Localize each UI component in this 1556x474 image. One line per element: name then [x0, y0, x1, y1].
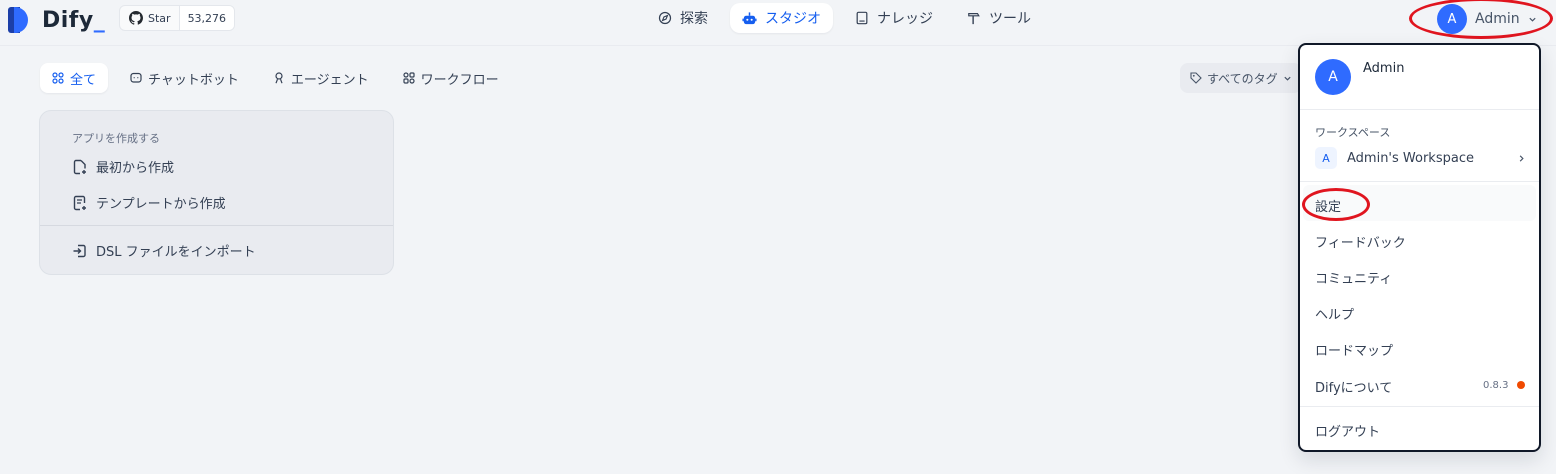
file-plus-icon	[72, 159, 88, 175]
nav-studio-label: スタジオ	[765, 11, 821, 27]
tab-all[interactable]: 全て	[40, 63, 109, 93]
divider	[1300, 406, 1539, 407]
version-label: 0.8.3	[1483, 380, 1509, 391]
file-template-icon	[72, 195, 88, 211]
tab-chatbot[interactable]: チャットボット	[118, 63, 251, 93]
dify-logo-text: Dify_	[42, 7, 106, 33]
divider	[40, 225, 393, 226]
nav-tools-label: ツール	[989, 11, 1031, 27]
create-from-template-button[interactable]: テンプレートから作成	[72, 193, 226, 212]
github-star-label: Star	[148, 11, 171, 25]
tab-all-label: 全て	[70, 72, 97, 88]
book-icon	[855, 11, 869, 25]
tag-icon	[1190, 72, 1202, 84]
chevron-down-icon	[1283, 74, 1292, 83]
grid-icon	[52, 72, 64, 84]
tab-agent[interactable]: エージェント	[261, 63, 381, 93]
import-icon	[72, 243, 88, 259]
avatar: A	[1315, 59, 1351, 95]
dropdown-avatar: A	[1315, 59, 1351, 95]
github-star-count[interactable]: 53,276	[178, 6, 235, 30]
divider	[1300, 181, 1539, 182]
nav-explore-label: 探索	[680, 11, 708, 27]
tag-filter-dropdown[interactable]: すべてのタグ	[1180, 63, 1302, 93]
nav-tools[interactable]: ツール	[955, 3, 1043, 33]
workspace-section-label: ワークスペース	[1315, 126, 1391, 139]
main-nav: 探索 スタジオ ナレッジ ツール	[646, 3, 1043, 33]
tab-workflow[interactable]: ワークフロー	[391, 63, 511, 93]
chat-icon	[130, 72, 142, 84]
menu-item-help[interactable]: ヘルプ	[1315, 304, 1354, 323]
create-from-blank-label: 最初から作成	[96, 161, 175, 176]
app-type-tabs: 全て チャットボット エージェント ワークフロー	[40, 63, 511, 93]
import-dsl-button[interactable]: DSL ファイルをインポート	[72, 241, 256, 260]
github-icon	[129, 11, 143, 25]
agent-icon	[273, 72, 285, 84]
divider	[1300, 109, 1539, 110]
tab-workflow-label: ワークフロー	[420, 72, 499, 88]
workspace-selector[interactable]: A Admin's Workspace	[1315, 146, 1526, 170]
nav-knowledge-label: ナレッジ	[877, 11, 933, 27]
create-app-card: アプリを作成する 最初から作成 テンプレートから作成 DSL ファイルをインポー…	[39, 110, 394, 275]
dify-logo[interactable]: Dify_	[8, 5, 105, 35]
user-menu-button[interactable]: A Admin	[1437, 4, 1537, 34]
menu-item-feedback[interactable]: フィードバック	[1315, 232, 1406, 251]
chevron-right-icon	[1517, 154, 1526, 163]
hammer-icon	[967, 11, 981, 25]
create-app-title: アプリを作成する	[72, 132, 160, 145]
tab-agent-label: エージェント	[290, 72, 369, 88]
create-from-template-label: テンプレートから作成	[96, 197, 226, 212]
dify-logo-mark	[8, 7, 34, 33]
update-dot	[1517, 381, 1525, 389]
nav-knowledge[interactable]: ナレッジ	[843, 3, 945, 33]
compass-icon	[658, 11, 672, 25]
robot-icon	[742, 11, 757, 26]
menu-item-settings[interactable]: 設定	[1315, 196, 1341, 215]
workspace-name: Admin's Workspace	[1347, 150, 1474, 166]
menu-item-about[interactable]: Difyについて	[1315, 377, 1392, 396]
nav-explore[interactable]: 探索	[646, 3, 720, 33]
top-header: Dify_ Star 53,276 探索 スタジオ ナレッジ ツール A Adm…	[0, 0, 1556, 46]
menu-item-roadmap[interactable]: ロードマップ	[1315, 340, 1393, 359]
menu-item-logout[interactable]: ログアウト	[1315, 421, 1380, 440]
github-star-button[interactable]: Star 53,276	[119, 5, 236, 31]
workflow-icon	[403, 72, 415, 84]
create-from-blank-button[interactable]: 最初から作成	[72, 157, 174, 176]
workspace-badge: A	[1315, 147, 1337, 169]
account-dropdown-menu: A Admin ワークスペース A Admin's Workspace 設定 フ…	[1298, 43, 1541, 452]
menu-item-community[interactable]: コミュニティ	[1315, 268, 1392, 287]
avatar: A	[1437, 4, 1467, 34]
github-star[interactable]: Star	[120, 6, 179, 30]
chevron-down-icon	[1528, 15, 1537, 24]
tab-chatbot-label: チャットボット	[148, 72, 239, 88]
tag-filter-label: すべてのタグ	[1207, 71, 1278, 86]
user-name: Admin	[1475, 11, 1520, 27]
import-dsl-label: DSL ファイルをインポート	[96, 245, 256, 260]
dropdown-username: Admin	[1363, 61, 1405, 76]
nav-studio[interactable]: スタジオ	[730, 3, 833, 33]
